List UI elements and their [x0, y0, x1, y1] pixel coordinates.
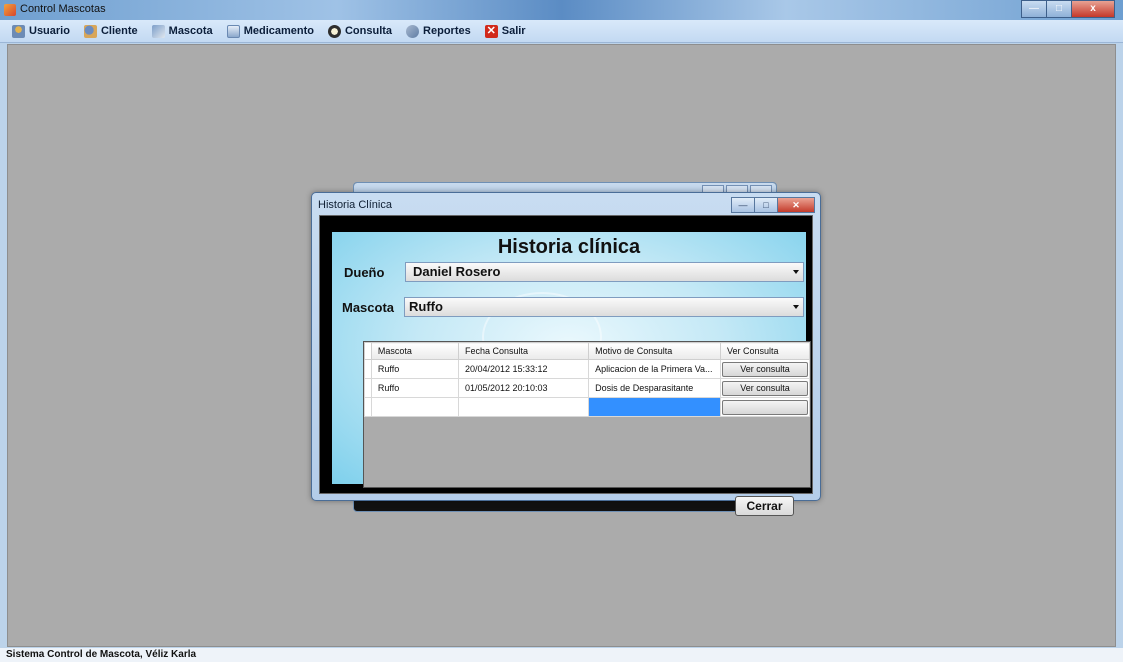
medicine-icon — [226, 24, 240, 38]
row-header[interactable] — [364, 359, 372, 379]
table-row[interactable]: Ruffo 01/05/2012 20:10:03 Dosis de Despa… — [364, 378, 810, 398]
column-header-mascota[interactable]: Mascota — [370, 342, 459, 360]
menu-consulta-label: Consulta — [344, 25, 393, 37]
menu-salir-label: Salir — [501, 25, 526, 37]
cell-motivo[interactable]: Aplicacion de la Primera Va... — [588, 359, 722, 379]
owner-label: Dueño — [344, 265, 385, 280]
cell-ver: Ver consulta — [720, 378, 810, 398]
ver-consulta-button[interactable]: Ver consulta — [722, 380, 808, 396]
owner-dropdown-arrow-icon[interactable] — [793, 270, 799, 274]
menu-consulta[interactable]: Consulta — [327, 24, 393, 38]
exit-icon: ✕ — [484, 24, 498, 38]
column-header-motivo[interactable]: Motivo de Consulta — [588, 342, 722, 360]
dialog-title: Historia Clínica — [318, 199, 392, 211]
cell-fecha-empty[interactable] — [457, 397, 590, 417]
reports-icon — [406, 24, 420, 38]
client-icon — [83, 24, 97, 38]
app-title: Control Mascotas — [20, 3, 106, 15]
cell-ver-empty — [720, 397, 810, 417]
cell-mascota[interactable]: Ruffo — [370, 359, 459, 379]
dialog-close-button[interactable]: ✕ — [777, 197, 815, 213]
consultations-table: Mascota Fecha Consulta Motivo de Consult… — [364, 342, 810, 417]
dialog-client-area: Historia clínica Dueño Daniel Rosero Mas… — [319, 215, 813, 516]
dialog-heading: Historia clínica — [497, 236, 641, 258]
cell-fecha[interactable]: 20/04/2012 15:33:12 — [457, 359, 590, 379]
app-titlebar: Control Mascotas — □ x — [0, 0, 1123, 20]
table-row[interactable]: Ruffo 20/04/2012 15:33:12 Aplicacion de … — [364, 359, 810, 379]
column-header-fecha[interactable]: Fecha Consulta — [457, 342, 590, 360]
grid-corner — [364, 342, 372, 360]
maximize-button[interactable]: □ — [1046, 0, 1072, 18]
menu-reportes-label: Reportes — [423, 25, 471, 37]
new-row[interactable] — [364, 397, 810, 417]
historia-panel: Historia clínica Dueño Daniel Rosero Mas… — [332, 232, 811, 488]
pet-label: Mascota — [342, 300, 395, 315]
menu-medicamento[interactable]: Medicamento — [226, 24, 314, 38]
cell-fecha[interactable]: 01/05/2012 20:10:03 — [457, 378, 590, 398]
cell-motivo[interactable]: Dosis de Desparasitante — [588, 378, 722, 398]
status-bar: Sistema Control de Mascota, Véliz Karla — [0, 648, 1123, 662]
dialog-window-controls: — □ ✕ — [731, 197, 815, 213]
row-header[interactable] — [364, 397, 372, 417]
menu-mascota[interactable]: Mascota — [151, 24, 213, 38]
pet-combobox[interactable]: Ruffo — [404, 297, 804, 317]
grid-header-row: Mascota Fecha Consulta Motivo de Consult… — [364, 342, 810, 360]
consultations-grid[interactable]: Mascota Fecha Consulta Motivo de Consult… — [363, 341, 811, 488]
menu-cliente-label: Cliente — [100, 25, 138, 37]
cell-mascota[interactable]: Ruffo — [370, 378, 459, 398]
menu-cliente[interactable]: Cliente — [83, 24, 138, 38]
ver-consulta-button[interactable]: Ver consulta — [722, 361, 808, 377]
owner-combobox[interactable]: Daniel Rosero — [405, 262, 804, 282]
cell-ver: Ver consulta — [720, 359, 810, 379]
cerrar-button[interactable]: Cerrar — [735, 496, 794, 516]
cell-motivo-selected[interactable] — [588, 397, 722, 417]
empty-row-button[interactable] — [722, 399, 808, 415]
close-button[interactable]: x — [1071, 0, 1115, 18]
dialog-minimize-button[interactable]: — — [731, 197, 755, 213]
menu-reportes[interactable]: Reportes — [406, 24, 471, 38]
pet-dropdown-arrow-icon[interactable] — [793, 305, 799, 309]
row-header[interactable] — [364, 378, 372, 398]
menu-usuario-label: Usuario — [29, 25, 70, 37]
menu-bar: Usuario Cliente Mascota Medicamento Cons… — [0, 20, 1123, 43]
cell-mascota-empty[interactable] — [370, 397, 459, 417]
consult-icon — [327, 24, 341, 38]
menu-medicamento-label: Medicamento — [243, 25, 314, 37]
app-icon — [4, 4, 16, 16]
column-header-ver[interactable]: Ver Consulta — [720, 342, 810, 360]
window-controls: — □ x — [1021, 0, 1115, 19]
menu-usuario[interactable]: Usuario — [12, 24, 70, 38]
minimize-button[interactable]: — — [1021, 0, 1047, 18]
menu-mascota-label: Mascota — [168, 25, 213, 37]
owner-value: Daniel Rosero — [413, 264, 501, 279]
dialog-maximize-button[interactable]: □ — [754, 197, 778, 213]
pet-value: Ruffo — [409, 299, 443, 314]
pet-icon — [151, 24, 165, 38]
historia-clinica-window: Historia Clínica — □ ✕ Historia clínica … — [311, 192, 821, 516]
menu-salir[interactable]: ✕ Salir — [484, 24, 526, 38]
user-icon — [12, 24, 25, 38]
